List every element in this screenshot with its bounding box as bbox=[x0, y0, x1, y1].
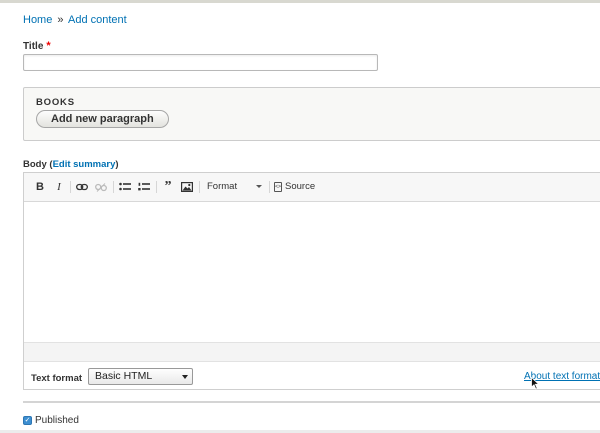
link-icon-svg bbox=[76, 183, 88, 191]
text-format-select[interactable]: Basic HTML bbox=[88, 368, 193, 385]
add-new-paragraph-button[interactable]: Add new paragraph bbox=[36, 110, 169, 128]
toolbar-divider bbox=[156, 181, 157, 193]
bold-icon[interactable]: B bbox=[33, 180, 47, 194]
published-checkbox[interactable]: ✓ bbox=[23, 416, 32, 425]
toolbar-divider bbox=[269, 181, 270, 193]
editor-resize-bar[interactable] bbox=[24, 342, 600, 362]
bulleted-list-icon[interactable] bbox=[118, 180, 132, 194]
body-label-text: Body bbox=[23, 159, 47, 170]
body-label: Body (Edit summary) bbox=[23, 159, 119, 170]
top-border bbox=[0, 0, 600, 3]
chevron-down-icon bbox=[256, 185, 262, 188]
toolbar-divider bbox=[113, 181, 114, 193]
numbered-list-icon[interactable] bbox=[137, 180, 151, 194]
bulleted-list-icon-svg bbox=[119, 182, 131, 191]
text-format-row: Text format Basic HTML About text format… bbox=[24, 363, 600, 391]
blockquote-icon[interactable]: ” bbox=[161, 179, 175, 194]
link-icon[interactable] bbox=[75, 180, 89, 194]
books-label: BOOKS bbox=[36, 97, 75, 108]
title-label: Title * bbox=[23, 40, 51, 52]
body-editor: B I ” Format <> Source Text format Basic… bbox=[23, 172, 600, 390]
body-close-paren: ) bbox=[115, 159, 119, 170]
mouse-pointer-icon bbox=[531, 377, 540, 390]
source-label: Source bbox=[285, 181, 316, 192]
unlink-icon[interactable] bbox=[94, 180, 108, 194]
numbered-list-icon-svg bbox=[138, 182, 150, 191]
published-checkbox-row[interactable]: ✓ Published bbox=[23, 415, 79, 426]
source-button[interactable]: <> Source bbox=[274, 181, 315, 192]
toolbar-divider bbox=[70, 181, 71, 193]
unlink-icon-svg bbox=[95, 182, 107, 192]
toolbar-divider bbox=[199, 181, 200, 193]
breadcrumb-add-content-link[interactable]: Add content bbox=[68, 14, 127, 26]
image-icon[interactable] bbox=[180, 180, 194, 194]
text-format-selected-value: Basic HTML bbox=[95, 370, 153, 382]
breadcrumb-home-link[interactable]: Home bbox=[23, 14, 52, 26]
edit-summary-link[interactable]: Edit summary bbox=[53, 159, 116, 170]
published-label: Published bbox=[35, 415, 79, 426]
image-icon-svg bbox=[181, 182, 193, 192]
chevron-down-icon bbox=[182, 375, 188, 379]
source-doc-icon: <> bbox=[274, 181, 282, 192]
title-label-text: Title bbox=[23, 41, 44, 52]
breadcrumb: Home » Add content bbox=[23, 14, 127, 26]
italic-icon[interactable]: I bbox=[52, 180, 66, 194]
title-input[interactable] bbox=[23, 54, 378, 71]
breadcrumb-separator: » bbox=[57, 14, 64, 26]
required-marker: * bbox=[46, 40, 51, 52]
editor-toolbar: B I ” Format <> Source bbox=[24, 173, 600, 202]
section-divider bbox=[23, 401, 600, 403]
text-format-label: Text format bbox=[31, 373, 83, 384]
books-paragraphs-section: BOOKS Add new paragraph bbox=[23, 87, 600, 141]
editor-content-area[interactable] bbox=[24, 202, 600, 342]
